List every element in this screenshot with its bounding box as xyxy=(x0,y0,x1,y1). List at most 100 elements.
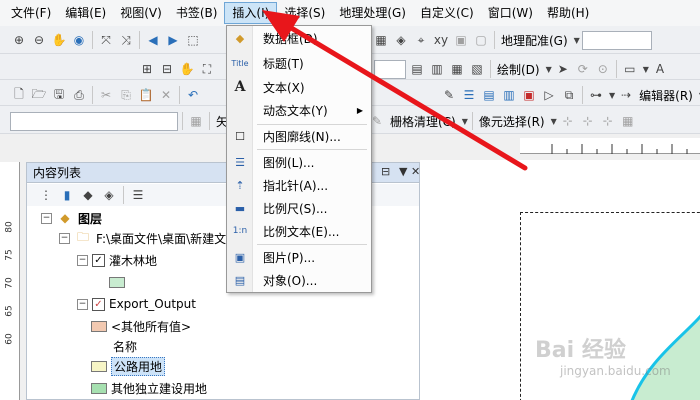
zoom-whole-page-icon[interactable]: ⛶ xyxy=(198,60,216,78)
menu-file[interactable]: 文件(F) xyxy=(4,2,58,24)
back-icon[interactable]: ◀ xyxy=(144,31,162,49)
georeferencing-label[interactable]: 地理配准(G) xyxy=(499,32,570,49)
catalog-icon[interactable]: ▤ xyxy=(480,86,498,104)
editor-arrow-icon[interactable]: ⇢ xyxy=(617,86,635,104)
network-icon[interactable]: ⊶ xyxy=(587,86,605,104)
save-icon[interactable]: 🖫 xyxy=(50,86,68,104)
search-window-icon[interactable]: ▥ xyxy=(500,86,518,104)
editor-menu-label[interactable]: 编辑器(R) xyxy=(637,87,695,104)
viewer-icon[interactable]: ▢ xyxy=(472,31,490,49)
chevron-down-icon[interactable]: ▼ xyxy=(574,36,580,45)
menu-view[interactable]: 视图(V) xyxy=(113,2,169,24)
auto-hide-icon[interactable]: ▼ xyxy=(399,165,407,178)
options-icon[interactable]: ☰ xyxy=(129,186,147,204)
menu-item-text[interactable]: A 文本(X) xyxy=(227,76,371,98)
menu-insert[interactable]: 插入(I) xyxy=(224,2,278,24)
select-features-icon[interactable]: ⬚ xyxy=(184,31,202,49)
change-layout-icon[interactable]: ▦ xyxy=(448,60,466,78)
menu-item-neatline[interactable]: ☐ 内图廓线(N)... xyxy=(227,125,371,147)
menu-item-dynamic-text[interactable]: 动态文本(Y) ▶ xyxy=(227,99,371,121)
chevron-down-icon[interactable]: ▼ xyxy=(551,117,557,126)
menu-edit[interactable]: 编辑(E) xyxy=(58,2,113,24)
menu-item-legend[interactable]: ☰ 图例(L)... xyxy=(227,151,371,173)
menu-item-title[interactable]: Title 标题(T) xyxy=(227,52,371,74)
chevron-down-icon[interactable]: ▼ xyxy=(546,65,552,74)
menu-customize[interactable]: 自定义(C) xyxy=(413,2,481,24)
list-by-selection-icon[interactable]: ◈ xyxy=(100,186,118,204)
zoom-in-layout-icon[interactable]: ⊞ xyxy=(138,60,156,78)
cut-icon[interactable]: ✂ xyxy=(97,86,115,104)
menu-item-data-frame[interactable]: ◆ 数据框(D) xyxy=(227,27,371,49)
erase-icon[interactable]: ⊹ xyxy=(599,112,617,130)
fixed-zoom-out-icon[interactable]: ⤨ xyxy=(117,31,135,49)
time-slider-icon[interactable]: ▣ xyxy=(452,31,470,49)
legend-label[interactable]: 公路用地 xyxy=(111,356,166,376)
collapse-icon[interactable]: − xyxy=(59,232,70,244)
tree-row-export-output[interactable]: − ✓ Export_Output xyxy=(77,295,196,313)
collapse-icon[interactable]: − xyxy=(77,298,88,310)
collapse-icon[interactable]: − xyxy=(41,212,52,224)
legend-row[interactable]: 公路用地 xyxy=(91,356,166,376)
raster-cleanup-label[interactable]: 栅格清理(C) xyxy=(388,113,458,130)
zoom-out-layout-icon[interactable]: ⊟ xyxy=(158,60,176,78)
tree-row-folder[interactable]: − 🗀 F:\桌面文件\桌面\新建文 xyxy=(59,229,226,247)
menu-bookmarks[interactable]: 书签(B) xyxy=(169,2,225,24)
select-connected-icon[interactable]: ⊹ xyxy=(559,112,577,130)
forward-icon[interactable]: ▶ xyxy=(164,31,182,49)
new-document-icon[interactable]: 🗋 xyxy=(10,86,28,104)
draw-menu-label[interactable]: 绘制(D) xyxy=(495,61,542,78)
zoom-to-selected-icon[interactable]: ⊙ xyxy=(594,60,612,78)
chevron-down-icon[interactable]: ▼ xyxy=(462,117,468,126)
tree-row-shrubland[interactable]: − ✓ 灌木林地 xyxy=(77,251,157,269)
list-by-drawing-order-icon[interactable]: ⋮ xyxy=(37,186,55,204)
focus-data-frame-icon[interactable]: ▥ xyxy=(428,60,446,78)
table-of-contents-icon[interactable]: ☰ xyxy=(460,86,478,104)
go-to-xy-icon[interactable]: ⌖ xyxy=(412,31,430,49)
pan-layout-icon[interactable]: ✋ xyxy=(178,60,196,78)
xy-icon[interactable]: xy xyxy=(432,31,450,49)
list-by-source-icon[interactable]: ▮ xyxy=(58,186,76,204)
menu-item-north-arrow[interactable]: ⇡ 指北针(A)... xyxy=(227,174,371,196)
layer-visibility-checkbox[interactable]: ✓ xyxy=(92,297,105,311)
pin-icon[interactable]: ⊟ xyxy=(381,165,390,178)
zoom-out-icon[interactable]: ⊖ xyxy=(30,31,48,49)
toggle-draft-icon[interactable]: ▤ xyxy=(408,60,426,78)
text-tool-icon[interactable]: A xyxy=(651,60,669,78)
select-region-icon[interactable]: ⊹ xyxy=(579,112,597,130)
rectangle-icon[interactable]: ▭ xyxy=(621,60,639,78)
select-elements-icon[interactable]: ➤ xyxy=(554,60,572,78)
copy-icon[interactable]: ⎘ xyxy=(117,86,135,104)
pixel-selection-label[interactable]: 像元选择(R) xyxy=(477,113,547,130)
menu-item-scale-text[interactable]: 1:n 比例文本(E)... xyxy=(227,220,371,242)
georef-layer-combo[interactable] xyxy=(581,30,652,50)
paste-icon[interactable]: 📋 xyxy=(137,86,155,104)
menu-selection[interactable]: 选择(S) xyxy=(277,2,332,24)
data-driven-pages-icon[interactable]: ▧ xyxy=(468,60,486,78)
print-icon[interactable]: ⎙ xyxy=(70,86,88,104)
layer-visibility-checkbox[interactable]: ✓ xyxy=(92,253,105,267)
rotate-icon[interactable]: ⟳ xyxy=(574,60,592,78)
menu-item-object[interactable]: ▤ 对象(O)... xyxy=(227,269,371,291)
table-icon[interactable]: ▦ xyxy=(187,112,205,130)
arctoolbox-icon[interactable]: ▣ xyxy=(520,86,538,104)
list-by-visibility-icon[interactable]: ◆ xyxy=(79,186,97,204)
find-icon[interactable]: ◈ xyxy=(392,31,410,49)
fill-icon[interactable]: ▦ xyxy=(619,112,637,130)
pan-icon[interactable]: ✋ xyxy=(50,31,68,49)
tree-row-layers[interactable]: − ◆ 图层 xyxy=(41,209,102,227)
delete-icon[interactable]: ✕ xyxy=(157,86,175,104)
chevron-down-icon[interactable]: ▼ xyxy=(609,91,615,100)
menu-item-scale-bar[interactable]: ▬ 比例尺(S)... xyxy=(227,197,371,219)
layout-zoom-combo[interactable] xyxy=(374,59,406,79)
close-icon[interactable]: ✕ xyxy=(411,165,420,178)
model-builder-icon[interactable]: ⧉ xyxy=(560,86,578,104)
menu-windows[interactable]: 窗口(W) xyxy=(481,2,540,24)
raster-layer-combo[interactable] xyxy=(10,111,178,131)
chevron-down-icon[interactable]: ▼ xyxy=(643,65,649,74)
full-extent-icon[interactable]: ◉ xyxy=(70,31,88,49)
menu-geoprocessing[interactable]: 地理处理(G) xyxy=(332,2,413,24)
python-icon[interactable]: ▷ xyxy=(540,86,558,104)
fixed-zoom-in-icon[interactable]: ⤧ xyxy=(97,31,115,49)
measure-icon[interactable]: ▦ xyxy=(372,31,390,49)
open-icon[interactable]: 🗁 xyxy=(30,86,48,104)
